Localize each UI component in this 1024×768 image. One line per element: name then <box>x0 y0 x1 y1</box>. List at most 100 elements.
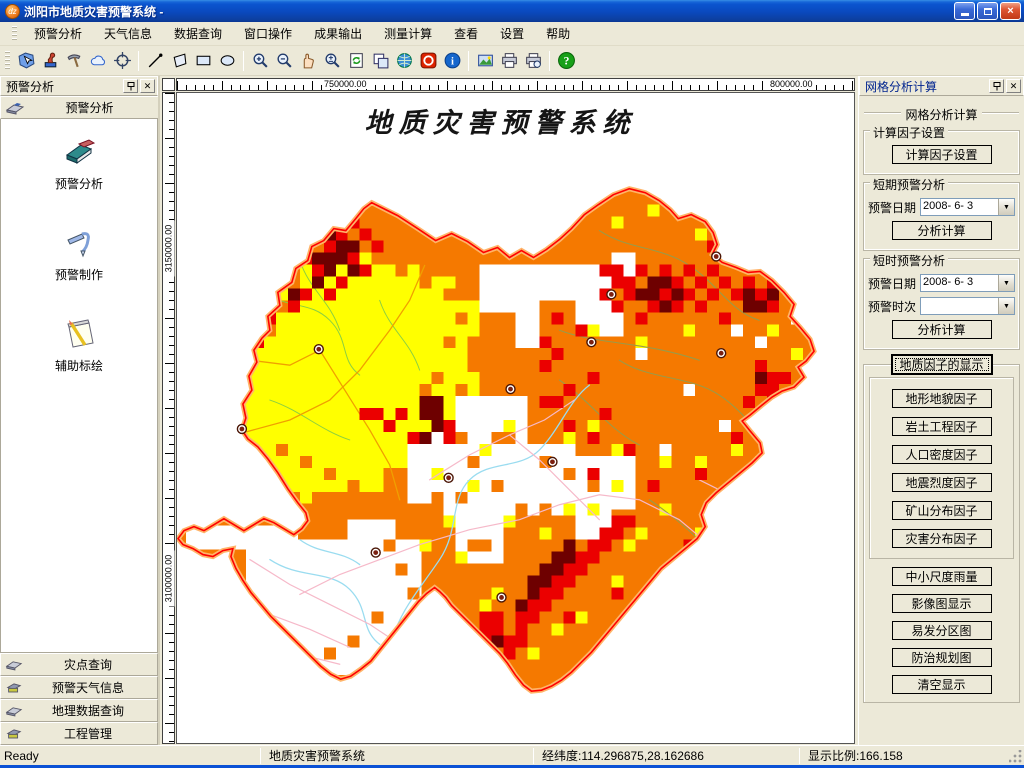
menu-view[interactable]: 查看 <box>443 22 489 45</box>
minimize-button[interactable] <box>954 2 975 20</box>
refresh-page-icon[interactable] <box>344 49 368 73</box>
draw-line-icon[interactable] <box>143 49 167 73</box>
disaster-factor-button[interactable]: 灾害分布因子 <box>891 529 992 548</box>
scanner-icon <box>5 707 23 717</box>
list-item-warning-make[interactable]: 预警制作 <box>1 226 157 283</box>
pick-hammer-icon[interactable] <box>62 49 86 73</box>
rainfall-button[interactable]: 中小尺度雨量 <box>891 567 992 586</box>
warning-date-combo[interactable]: 2008- 6- 3 ▼ <box>920 274 1015 292</box>
pan-hand-icon[interactable] <box>296 49 320 73</box>
menu-window-ops[interactable]: 窗口操作 <box>233 22 303 45</box>
menu-settings[interactable]: 设置 <box>489 22 535 45</box>
app-window: dz 浏阳市地质灾害预警系统 - × 预警分析 天气信息 数据查询 窗口操作 成… <box>0 0 1024 768</box>
short-term-group: 短期预警分析 预警日期 2008- 6- 3 ▼ 分析计算 <box>863 176 1020 251</box>
bar-project-management[interactable]: 工程管理 <box>0 722 158 745</box>
image-view-icon[interactable] <box>473 49 497 73</box>
globe-icon[interactable] <box>392 49 416 73</box>
population-factor-button[interactable]: 人口密度因子 <box>891 445 992 464</box>
stop-icon[interactable] <box>416 49 440 73</box>
combo-value <box>921 298 998 314</box>
bar-label: 地理数据查询 <box>51 704 124 718</box>
close-panel-icon[interactable]: ✕ <box>1006 79 1021 93</box>
combo-value: 2008- 6- 3 <box>923 200 974 212</box>
list-item-warning-analysis[interactable]: 预警分析 <box>1 137 157 192</box>
target-icon[interactable] <box>110 49 134 73</box>
left-panel-header[interactable]: 预警分析 <box>0 96 158 119</box>
factor-setting-button[interactable]: 计算因子设置 <box>891 145 992 164</box>
chevron-down-icon[interactable]: ▼ <box>998 298 1014 314</box>
close-button[interactable]: × <box>1000 2 1021 20</box>
zoom-in-icon[interactable] <box>248 49 272 73</box>
short-term-analyze-button[interactable]: 分析计算 <box>891 221 992 240</box>
short-time-analyze-button[interactable]: 分析计算 <box>891 320 992 339</box>
susceptibility-map-button[interactable]: 易发分区图 <box>891 621 992 640</box>
ruler-x-label: 800000.00 <box>769 79 814 89</box>
menu-help[interactable]: 帮助 <box>535 22 581 45</box>
menu-weather-info[interactable]: 天气信息 <box>93 22 163 45</box>
pin-icon[interactable] <box>989 79 1004 93</box>
terrain-factor-button[interactable]: 地形地貌因子 <box>891 389 992 408</box>
close-panel-icon[interactable]: ✕ <box>140 79 155 93</box>
bar-label: 工程管理 <box>63 727 112 741</box>
copy-layers-icon[interactable] <box>368 49 392 73</box>
mine-factor-button[interactable]: 矿山分布因子 <box>891 501 992 520</box>
pin-icon[interactable] <box>123 79 138 93</box>
zoom-out-icon[interactable] <box>272 49 296 73</box>
group-label: 计算因子设置 <box>870 124 949 141</box>
menu-drag-handle[interactable] <box>12 25 17 42</box>
list-item-label: 辅助标绘 <box>54 359 103 373</box>
zoom-extent-icon[interactable] <box>320 49 344 73</box>
draw-ellipse-icon[interactable] <box>215 49 239 73</box>
printer-icon <box>6 729 22 739</box>
seismic-factor-button[interactable]: 地震烈度因子 <box>891 473 992 492</box>
restore-icon <box>983 7 992 15</box>
right-panel-title: 网格分析计算 <box>865 79 938 94</box>
right-panel: 网格分析计算 ✕ 网格分析计算 计算因子设置 计算因子设置 短期预警分析 预警日… <box>858 76 1024 745</box>
image-display-button[interactable]: 影像图显示 <box>891 594 992 613</box>
minimize-icon <box>960 13 969 16</box>
clear-display-button[interactable]: 清空显示 <box>891 675 992 694</box>
help-icon[interactable]: ? <box>554 49 578 73</box>
menu-result-output[interactable]: 成果输出 <box>303 22 373 45</box>
ruler-y-label: 3150000.00 <box>163 220 175 277</box>
info-icon[interactable]: i <box>440 49 464 73</box>
list-item-aux-plot[interactable]: 辅助标绘 <box>1 317 157 374</box>
bar-warning-weather-info[interactable]: 预警天气信息 <box>0 676 158 699</box>
menu-warning-analysis[interactable]: 预警分析 <box>23 22 93 45</box>
map-select-icon[interactable] <box>14 49 38 73</box>
geotech-factor-button[interactable]: 岩土工程因子 <box>891 417 992 436</box>
prevention-plan-button[interactable]: 防治规划图 <box>891 648 992 667</box>
warning-time-combo[interactable]: ▼ <box>920 297 1015 315</box>
draw-polygon-icon[interactable] <box>167 49 191 73</box>
chevron-down-icon[interactable]: ▼ <box>998 199 1014 215</box>
status-ready: Ready <box>4 748 39 763</box>
resize-grip[interactable] <box>1009 750 1023 764</box>
map-document: 750000.00 800000.00 3150000.00 3100000.0… <box>160 76 858 745</box>
toolbar-separator <box>468 50 469 71</box>
status-document-name: 地质灾害预警系统 <box>269 749 366 763</box>
print-preview-icon[interactable] <box>521 49 545 73</box>
draw-rectangle-icon[interactable] <box>191 49 215 73</box>
right-panel-body: 网格分析计算 计算因子设置 计算因子设置 短期预警分析 预警日期 2008- 6… <box>859 96 1024 745</box>
factor-setting-group: 计算因子设置 计算因子设置 <box>863 124 1020 175</box>
left-panel-bars: 灾点查询 预警天气信息 地理数据查询 工程管理 <box>0 653 158 745</box>
warning-date-combo[interactable]: 2008- 6- 3 ▼ <box>920 198 1015 216</box>
bar-disaster-point-query[interactable]: 灾点查询 <box>0 653 158 676</box>
menu-data-query[interactable]: 数据查询 <box>163 22 233 45</box>
book-icon <box>65 139 96 164</box>
restore-button[interactable] <box>977 2 998 20</box>
menu-measure[interactable]: 测量计算 <box>373 22 443 45</box>
ruler-y-label: 3100000.00 <box>163 550 175 607</box>
map-page[interactable]: 地质灾害预警系统 <box>176 92 855 744</box>
toolbar-drag-handle[interactable] <box>5 50 10 71</box>
list-item-label: 预警制作 <box>54 268 103 282</box>
short-time-group: 短时预警分析 预警日期 2008- 6- 3 ▼ 预警时次 ▼ 分析计算 <box>863 252 1020 350</box>
left-panel-titlebar: 预警分析 ✕ <box>0 76 158 96</box>
chevron-down-icon[interactable]: ▼ <box>998 275 1014 291</box>
cloud-icon[interactable] <box>86 49 110 73</box>
print-icon[interactable] <box>497 49 521 73</box>
bar-geo-data-query[interactable]: 地理数据查询 <box>0 699 158 722</box>
pen-icon <box>67 232 90 258</box>
geo-factor-display-button[interactable]: 地质因子的显示 <box>891 355 992 374</box>
stamp-icon[interactable] <box>38 49 62 73</box>
